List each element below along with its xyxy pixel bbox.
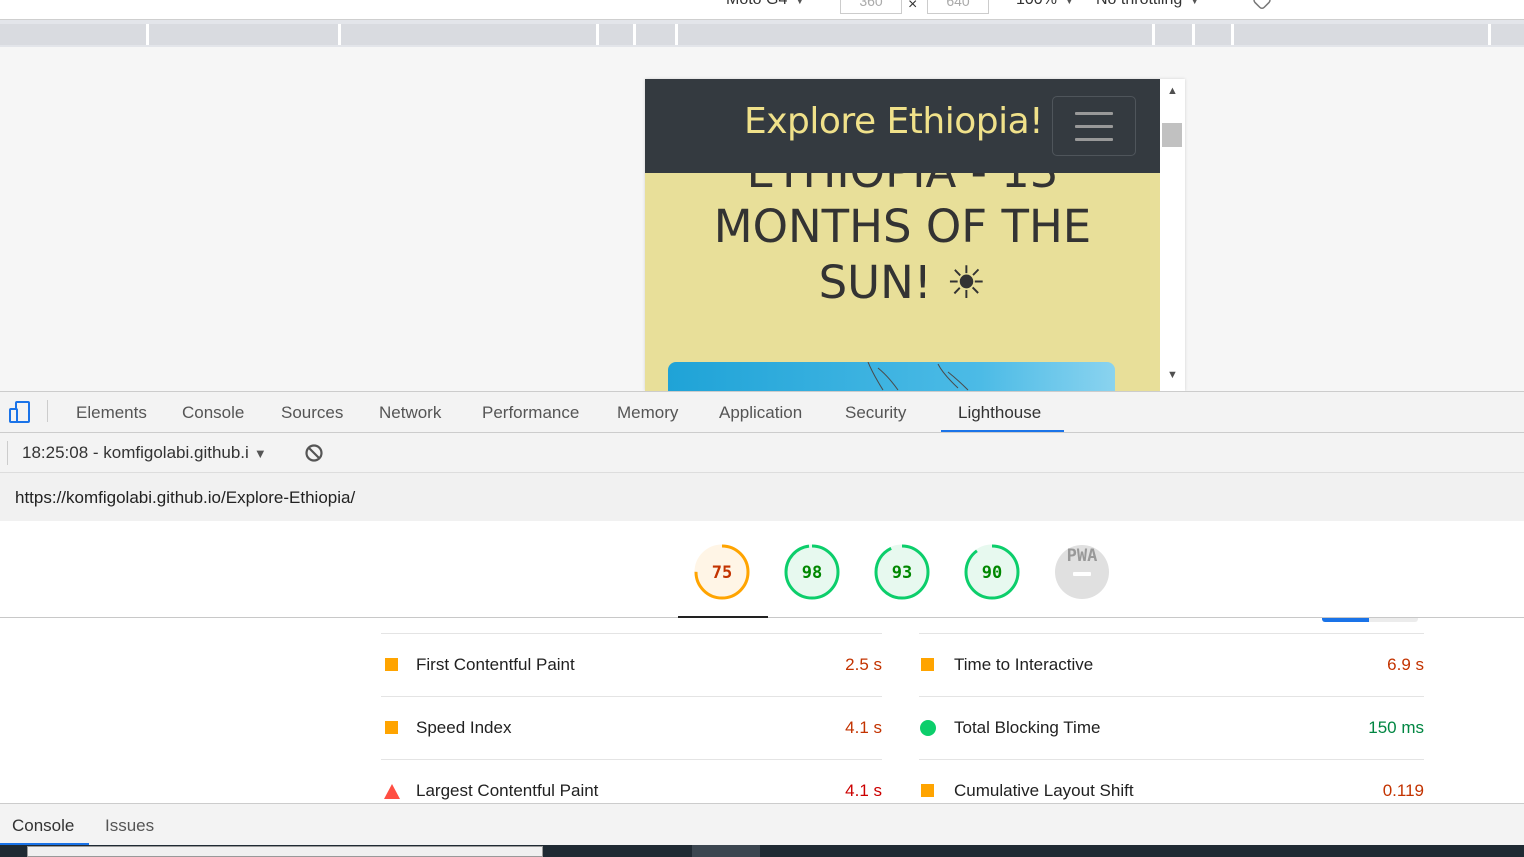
metric-value: 0.119 [1382, 781, 1424, 800]
os-taskbar [0, 845, 1524, 857]
metric-row: First Contentful Paint 2.5 s [381, 633, 882, 696]
site-brand[interactable]: Explore Ethiopia! [744, 101, 1044, 142]
devtools-tab-bar: Elements Console Sources Network Perform… [0, 391, 1524, 433]
gauge-score: 98 [802, 563, 822, 583]
throttling-select[interactable]: No throttling▼ [1096, 0, 1199, 9]
scroll-up-icon[interactable]: ▲ [1167, 85, 1178, 97]
viewport-scrollbar[interactable]: ▲ ▼ [1160, 79, 1185, 391]
site-hero: ETHIOPIA - 13 MONTHS OF THE SUN! ☀ [645, 173, 1160, 391]
metric-label: Cumulative Layout Shift [954, 781, 1134, 800]
pass-circle-icon [920, 720, 936, 736]
taskbar-app[interactable] [692, 845, 760, 857]
metric-value: 6.9 s [1387, 655, 1424, 674]
hero-title: MONTHS OF THE SUN! ☀ [645, 199, 1160, 311]
media-query-ruler[interactable] [0, 20, 1524, 47]
report-url[interactable]: https://komfigolabi.github.io/Explore-Et… [15, 488, 355, 508]
devtools-drawer: Console Issues [0, 803, 1524, 845]
metric-row: Largest Contentful Paint 4.1 s [381, 759, 882, 803]
metric-value: 2.5 s [845, 655, 882, 674]
rotate-icon[interactable] [1252, 0, 1272, 10]
score-gauges: 75 98 93 90 PWA [0, 521, 1524, 618]
tab-lighthouse[interactable]: Lighthouse [958, 403, 1041, 423]
device-select[interactable]: Moto G4▼ [726, 0, 804, 9]
best-practices-gauge[interactable]: 93 [873, 543, 931, 601]
width-input[interactable]: 360 [840, 0, 902, 14]
average-square-icon [921, 784, 934, 797]
metric-label: Total Blocking Time [954, 718, 1101, 737]
gauge-score: 90 [982, 563, 1002, 583]
device-toggle-icon[interactable] [8, 400, 32, 424]
tab-security[interactable]: Security [845, 403, 906, 423]
metric-row: Cumulative Layout Shift 0.119 [919, 759, 1424, 803]
gauge-score: 75 [712, 563, 732, 583]
metric-row: Total Blocking Time 150 ms [919, 696, 1424, 759]
zoom-select[interactable]: 100%▼ [1016, 0, 1074, 9]
active-tab-indicator [941, 430, 1064, 432]
metric-label: Largest Contentful Paint [416, 781, 599, 800]
hero-title-line: MONTHS OF THE [713, 200, 1092, 253]
metric-value: 4.1 s [845, 718, 882, 737]
metric-value: 4.1 s [845, 781, 882, 800]
device-viewport: ETHIOPIA - 13 MONTHS OF THE SUN! ☀ Explo… [0, 47, 1524, 391]
average-square-icon [385, 721, 398, 734]
tree-branches-graphic [867, 362, 969, 391]
toolbar-separator [7, 441, 8, 465]
metric-row: Time to Interactive 6.9 s [919, 633, 1424, 696]
caret-down-icon: ▼ [253, 446, 267, 461]
metric-row: Speed Index 4.1 s [381, 696, 882, 759]
fail-triangle-icon [384, 784, 400, 799]
taskbar-search[interactable] [27, 846, 543, 857]
site-navbar: Explore Ethiopia! [645, 79, 1160, 173]
clear-icon[interactable] [304, 443, 324, 463]
metrics-section: First Contentful Paint 2.5 s Speed Index… [0, 618, 1524, 803]
scroll-thumb[interactable] [1162, 123, 1182, 147]
tab-sources[interactable]: Sources [281, 403, 343, 423]
metric-label: Time to Interactive [954, 655, 1094, 674]
metrics-column-left: First Contentful Paint 2.5 s Speed Index… [381, 633, 882, 803]
tab-separator [47, 400, 48, 422]
metric-toggle-bar[interactable] [1322, 618, 1418, 622]
drawer-tab-console[interactable]: Console [12, 816, 74, 836]
dimension-separator: × [908, 0, 918, 13]
scroll-down-icon[interactable]: ▼ [1167, 369, 1178, 381]
report-url-bar: https://komfigolabi.github.io/Explore-Et… [0, 473, 1524, 521]
metric-label: Speed Index [416, 718, 512, 737]
device-frame: ETHIOPIA - 13 MONTHS OF THE SUN! ☀ Explo… [645, 79, 1185, 391]
tab-performance[interactable]: Performance [482, 403, 579, 423]
average-square-icon [385, 658, 398, 671]
hero-title-line: SUN! ☀ [818, 256, 987, 309]
tab-memory[interactable]: Memory [617, 403, 678, 423]
height-input[interactable]: 640 [927, 0, 989, 14]
pwa-label: PWA [1067, 546, 1098, 566]
seo-gauge[interactable]: 90 [963, 543, 1021, 601]
report-select-label: 18:25:08 - komfigolabi.github.i [22, 443, 249, 462]
tab-console[interactable]: Console [182, 403, 244, 423]
tab-network[interactable]: Network [379, 403, 441, 423]
pwa-badge[interactable]: PWA [1053, 543, 1111, 601]
metrics-column-right: Time to Interactive 6.9 s Total Blocking… [919, 633, 1424, 803]
device-toolbar: Moto G4▼ 360 × 640 100%▼ No throttling▼ [0, 0, 1524, 20]
metric-value: 150 ms [1368, 718, 1424, 737]
tab-elements[interactable]: Elements [76, 403, 147, 423]
hero-title-partial: ETHIOPIA - 13 [645, 173, 1160, 198]
menu-toggle-button[interactable] [1052, 96, 1136, 156]
accessibility-gauge[interactable]: 98 [783, 543, 841, 601]
report-toolbar: 18:25:08 - komfigolabi.github.i ▼ [0, 433, 1524, 473]
hamburger-icon [1075, 112, 1113, 115]
average-square-icon [921, 658, 934, 671]
metric-label: First Contentful Paint [416, 655, 575, 674]
hero-image [668, 362, 1115, 391]
gauge-score: 93 [892, 563, 912, 583]
report-select[interactable]: 18:25:08 - komfigolabi.github.i ▼ [22, 443, 267, 463]
tab-application[interactable]: Application [719, 403, 802, 423]
drawer-tab-issues[interactable]: Issues [105, 816, 154, 836]
performance-gauge[interactable]: 75 [693, 543, 751, 601]
